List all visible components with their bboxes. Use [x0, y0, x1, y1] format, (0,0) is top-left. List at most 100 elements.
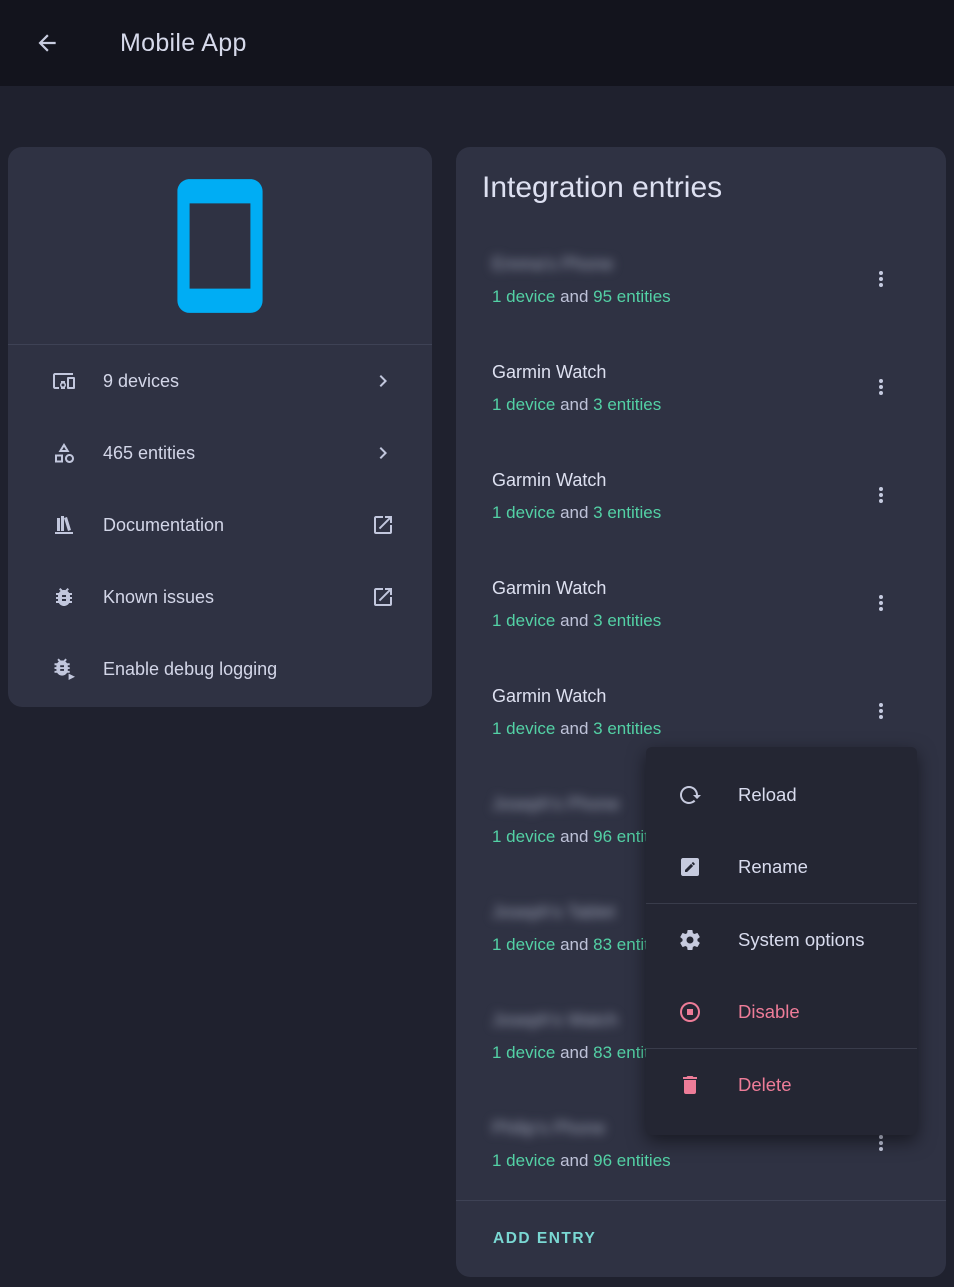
entities-row-label: 465 entities: [103, 443, 371, 464]
entry-summary: 1 device and 3 entities: [492, 502, 861, 524]
entry-summary: 1 device and 96 entities: [492, 1150, 861, 1172]
chevron-right-icon: [371, 369, 395, 393]
summary-conjunction: and: [560, 503, 588, 522]
enable-debug-logging-label: Enable debug logging: [103, 659, 395, 680]
device-count-link[interactable]: 1 device: [492, 395, 555, 414]
menu-item-reload[interactable]: Reload: [646, 759, 917, 831]
open-in-new-icon: [371, 513, 395, 537]
device-count-link[interactable]: 1 device: [492, 1043, 555, 1062]
stop-circle-icon: [678, 1000, 702, 1024]
entry-summary: 1 device and 3 entities: [492, 394, 861, 416]
pencil-box-icon: [678, 855, 702, 879]
entry-row: Garmin Watch 1 device and 3 entities: [456, 333, 946, 441]
cellphone-icon: [147, 173, 293, 319]
menu-item-label: Delete: [738, 1074, 791, 1096]
entry-name: Garmin Watch: [492, 683, 861, 709]
entity-count-link[interactable]: 3 entities: [593, 503, 661, 522]
dots-vertical-icon: [869, 267, 893, 291]
dots-vertical-icon: [869, 375, 893, 399]
integration-info-rows: 9 devices 465 entities Documentation Kno…: [8, 345, 432, 705]
gear-icon: [678, 928, 702, 952]
entry-menu-button[interactable]: [861, 259, 901, 299]
integration-hero: [8, 147, 432, 345]
entity-count-link[interactable]: 96 entities: [593, 1151, 671, 1170]
entry-name: Garmin Watch: [492, 467, 861, 493]
entry-summary: 1 device and 3 entities: [492, 718, 861, 740]
menu-item-rename[interactable]: Rename: [646, 831, 917, 903]
known-issues-row-label: Known issues: [103, 587, 371, 608]
shapes-icon: [52, 441, 76, 465]
entity-count-link[interactable]: 3 entities: [593, 719, 661, 738]
menu-item-label: Reload: [738, 784, 797, 806]
entry-name: Garmin Watch: [492, 575, 861, 601]
menu-item-disable[interactable]: Disable: [646, 976, 917, 1048]
bug-icon: [52, 585, 76, 609]
device-count-link[interactable]: 1 device: [492, 719, 555, 738]
entry-menu-button[interactable]: [861, 367, 901, 407]
device-count-link[interactable]: 1 device: [492, 1151, 555, 1170]
arrow-left-icon: [34, 30, 60, 56]
entries-card-footer: ADD ENTRY: [456, 1200, 946, 1277]
devices-row[interactable]: 9 devices: [8, 345, 432, 417]
entities-row[interactable]: 465 entities: [8, 417, 432, 489]
summary-conjunction: and: [560, 935, 588, 954]
device-count-link[interactable]: 1 device: [492, 827, 555, 846]
known-issues-row[interactable]: Known issues: [8, 561, 432, 633]
menu-item-delete[interactable]: Delete: [646, 1049, 917, 1121]
entry-row: Emma's Phone 1 device and 95 entities: [456, 225, 946, 333]
devices-row-label: 9 devices: [103, 371, 371, 392]
summary-conjunction: and: [560, 1043, 588, 1062]
dots-vertical-icon: [869, 483, 893, 507]
entry-context-menu: Reload Rename System options Disable Del…: [646, 747, 917, 1135]
dots-vertical-icon: [869, 699, 893, 723]
device-count-link[interactable]: 1 device: [492, 287, 555, 306]
back-button[interactable]: [23, 19, 71, 67]
open-in-new-icon: [371, 585, 395, 609]
entry-row: Garmin Watch 1 device and 3 entities: [456, 441, 946, 549]
integration-info-card: 9 devices 465 entities Documentation Kno…: [8, 147, 432, 707]
menu-item-label: Rename: [738, 856, 808, 878]
entry-text: Garmin Watch 1 device and 3 entities: [492, 575, 861, 632]
summary-conjunction: and: [560, 719, 588, 738]
entry-text: Garmin Watch 1 device and 3 entities: [492, 467, 861, 524]
dots-vertical-icon: [869, 591, 893, 615]
entity-count-link[interactable]: 3 entities: [593, 395, 661, 414]
entry-menu-button[interactable]: [861, 475, 901, 515]
entry-name: Garmin Watch: [492, 359, 861, 385]
summary-conjunction: and: [560, 287, 588, 306]
devices-icon: [52, 369, 76, 393]
entry-text: Garmin Watch 1 device and 3 entities: [492, 683, 861, 740]
entry-row: Garmin Watch 1 device and 3 entities: [456, 549, 946, 657]
device-count-link[interactable]: 1 device: [492, 503, 555, 522]
entry-name: Emma's Phone: [492, 251, 861, 277]
summary-conjunction: and: [560, 1151, 588, 1170]
device-count-link[interactable]: 1 device: [492, 611, 555, 630]
bookshelf-icon: [52, 513, 76, 537]
reload-icon: [678, 783, 702, 807]
enable-debug-logging-row[interactable]: Enable debug logging: [8, 633, 432, 705]
device-count-link[interactable]: 1 device: [492, 935, 555, 954]
bug-play-icon: [52, 657, 76, 681]
chevron-right-icon: [371, 441, 395, 465]
entry-text: Emma's Phone 1 device and 95 entities: [492, 251, 861, 308]
entity-count-link[interactable]: 95 entities: [593, 287, 671, 306]
entry-text: Garmin Watch 1 device and 3 entities: [492, 359, 861, 416]
entries-card-title: Integration entries: [482, 171, 722, 205]
page-title: Mobile App: [120, 29, 247, 58]
app-header: Mobile App: [0, 0, 954, 86]
summary-conjunction: and: [560, 827, 588, 846]
entry-menu-button[interactable]: [861, 583, 901, 623]
entry-summary: 1 device and 3 entities: [492, 610, 861, 632]
documentation-row[interactable]: Documentation: [8, 489, 432, 561]
menu-item-system-options[interactable]: System options: [646, 904, 917, 976]
entry-summary: 1 device and 95 entities: [492, 286, 861, 308]
summary-conjunction: and: [560, 395, 588, 414]
add-entry-button[interactable]: ADD ENTRY: [493, 1230, 596, 1248]
menu-item-label: Disable: [738, 1001, 800, 1023]
trash-icon: [678, 1073, 702, 1097]
entry-menu-button[interactable]: [861, 691, 901, 731]
documentation-row-label: Documentation: [103, 515, 371, 536]
summary-conjunction: and: [560, 611, 588, 630]
entity-count-link[interactable]: 3 entities: [593, 611, 661, 630]
menu-item-label: System options: [738, 929, 864, 951]
